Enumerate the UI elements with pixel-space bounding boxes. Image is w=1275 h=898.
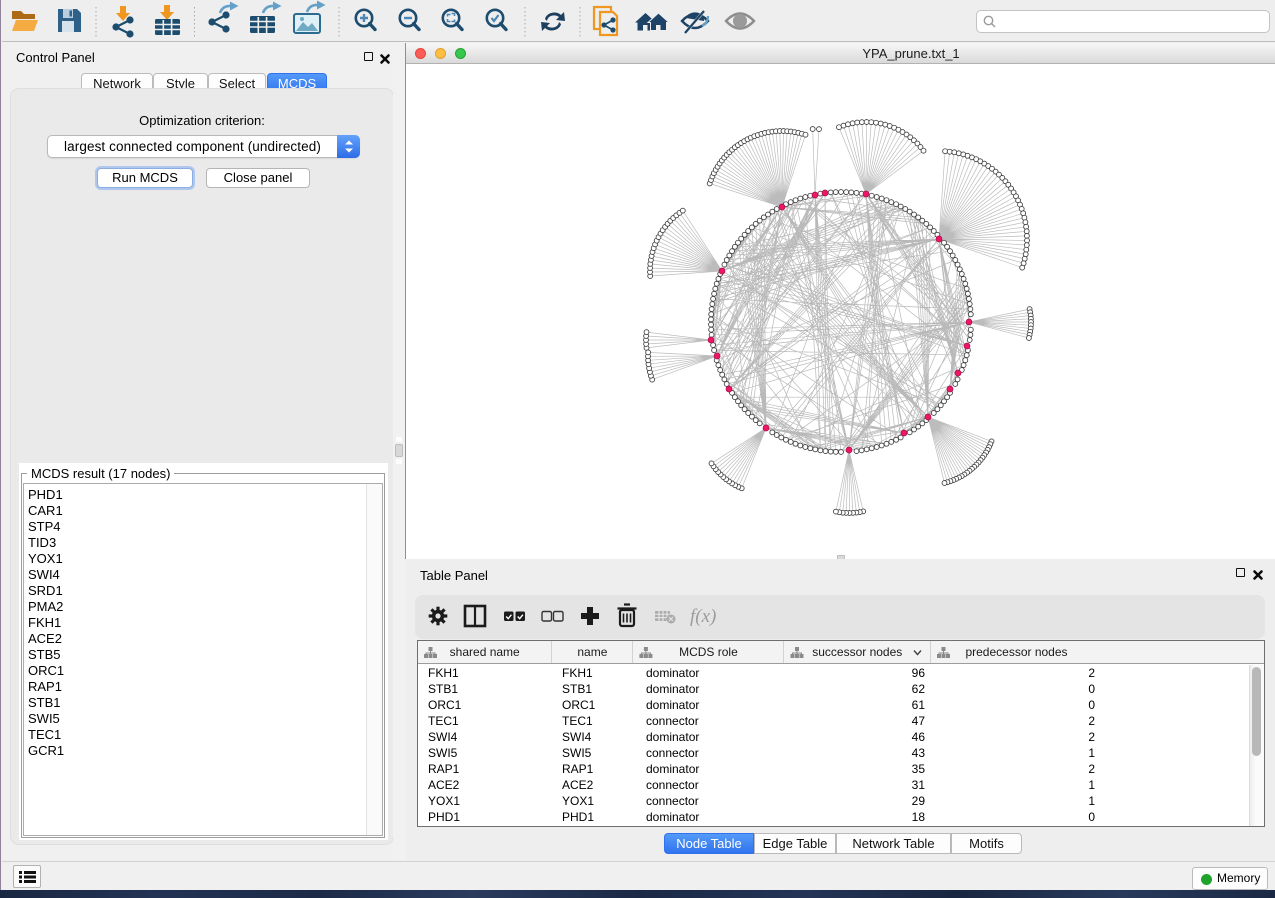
svg-text:f(x): f(x): [690, 606, 716, 627]
